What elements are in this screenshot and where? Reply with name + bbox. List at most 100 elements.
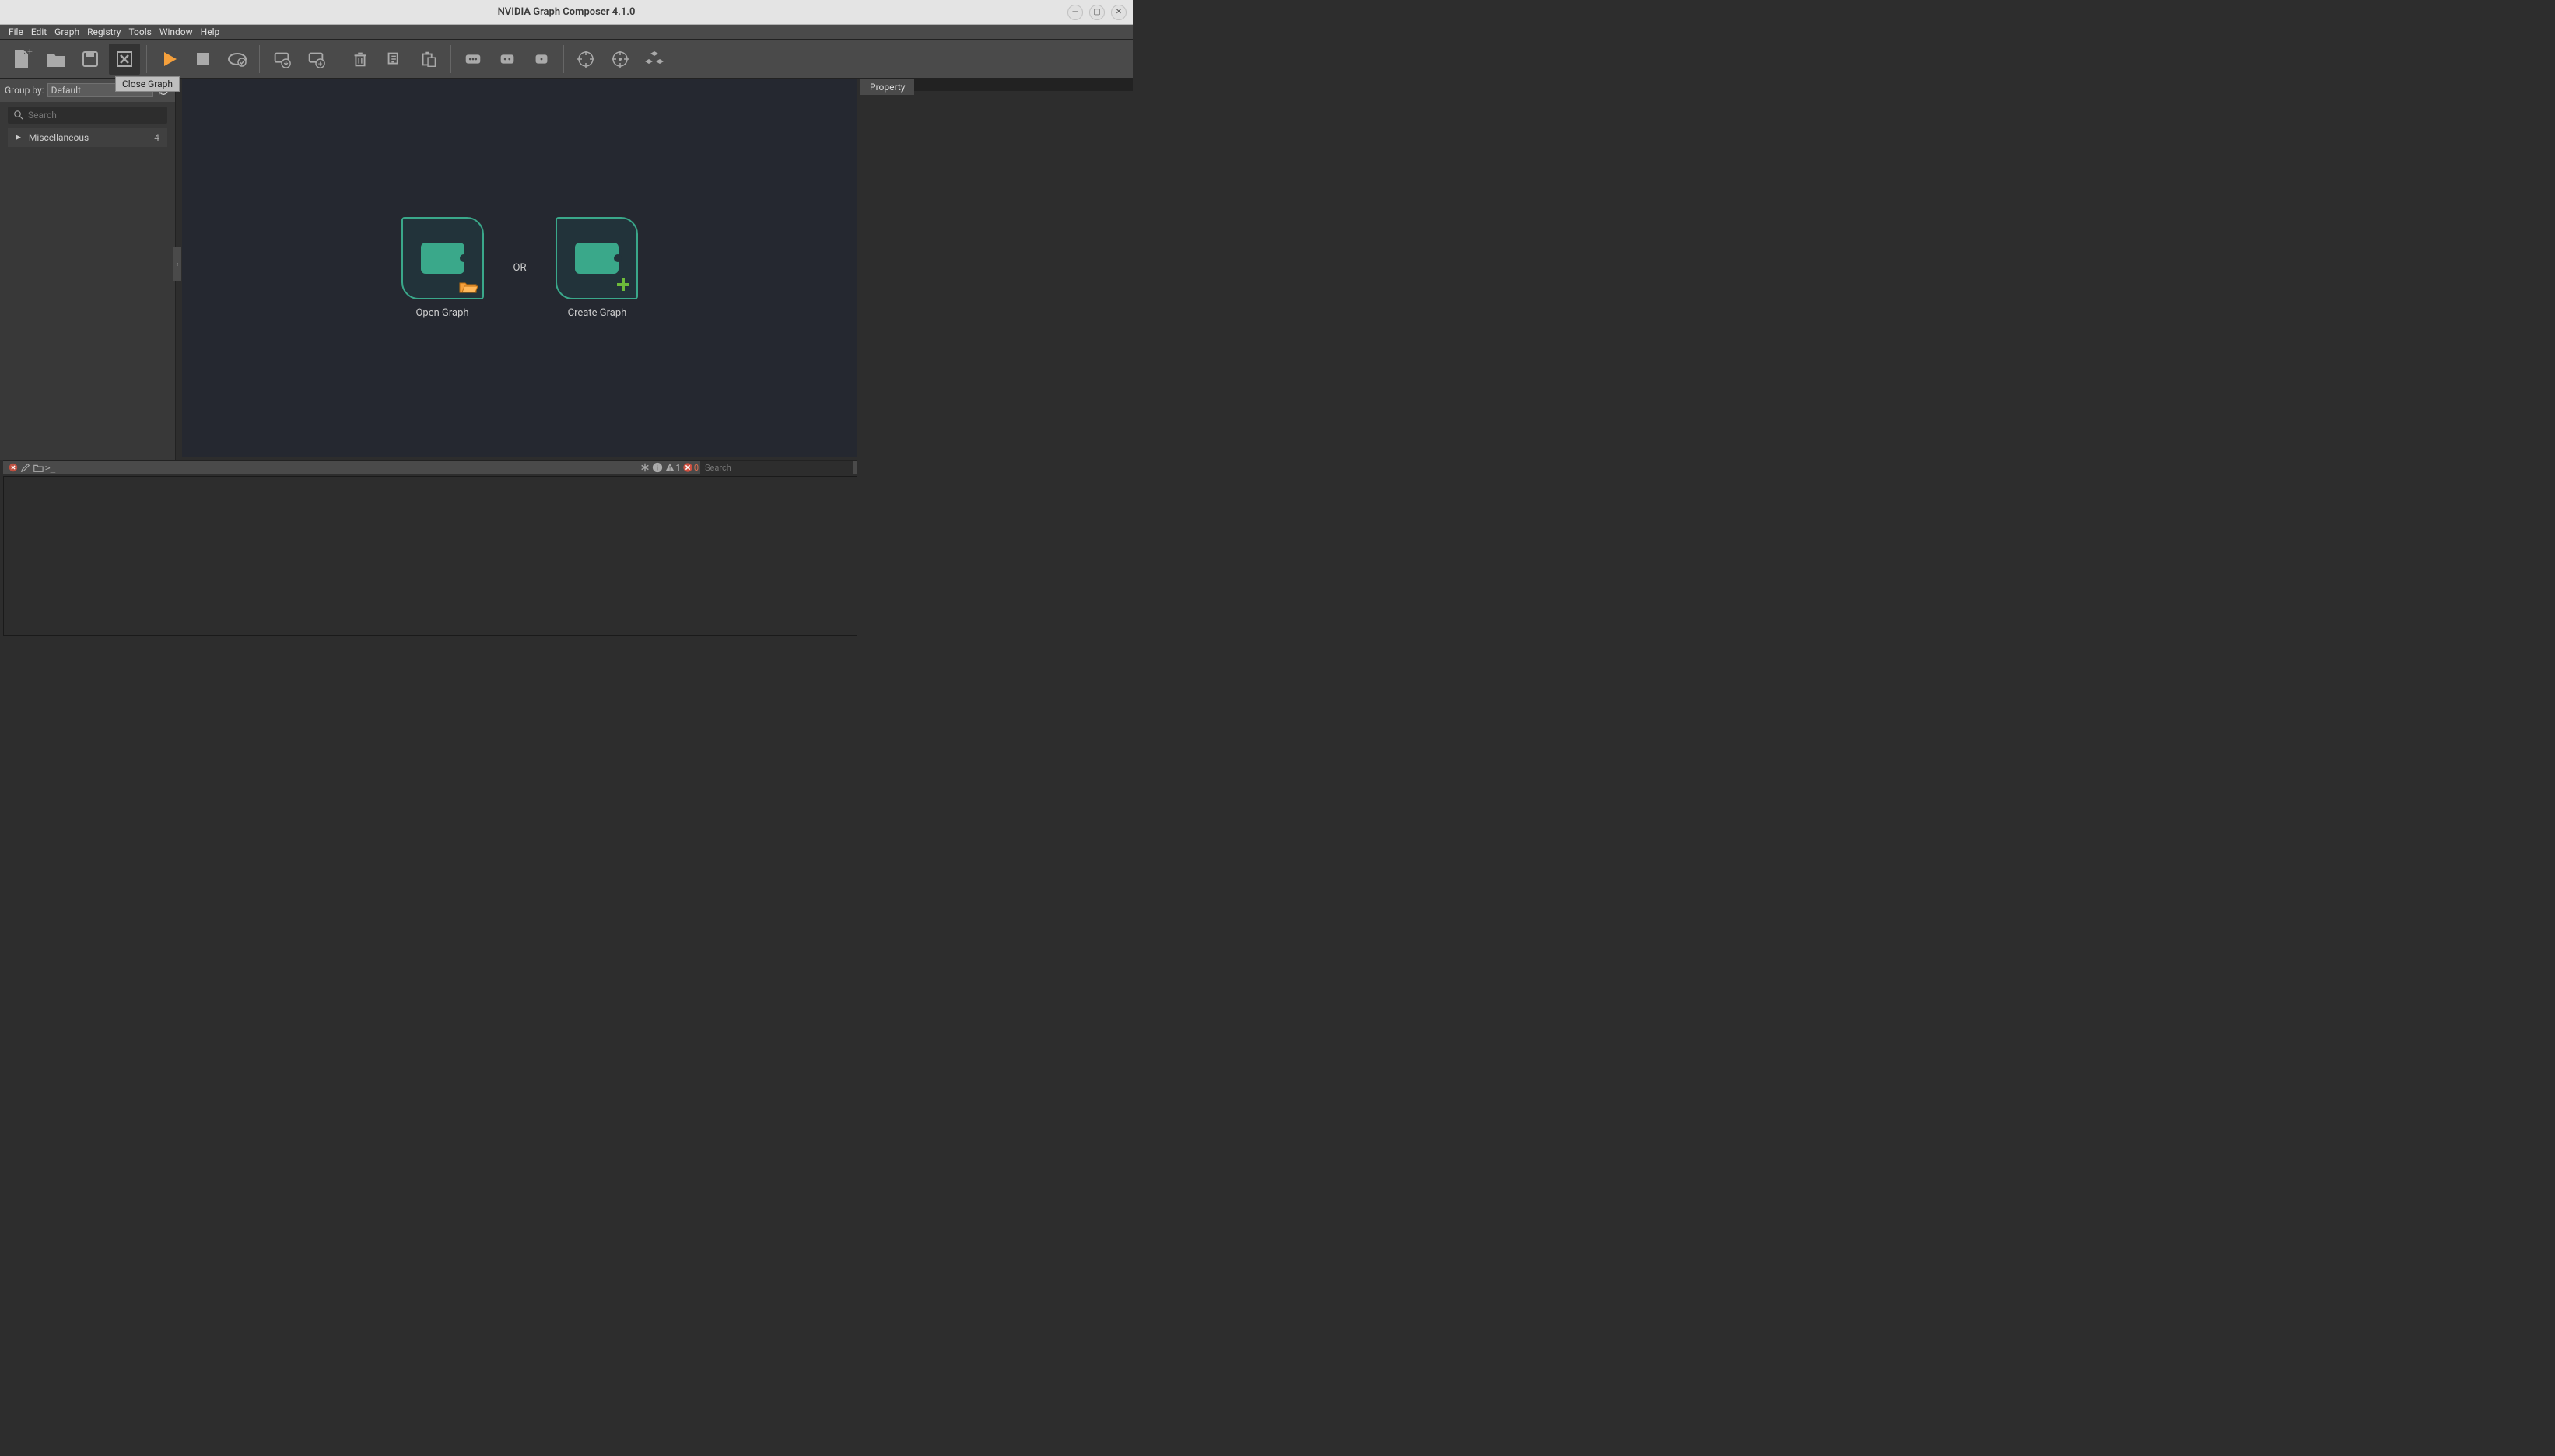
svg-text:+: + — [318, 60, 323, 68]
canvas-or-label: OR — [513, 262, 527, 274]
crosshair-dot-icon — [609, 48, 631, 70]
graph-canvas[interactable]: Open Graph OR Create Graph — [182, 79, 857, 457]
toolbar-separator — [450, 45, 451, 73]
error-icon — [682, 462, 693, 473]
property-panel: Property — [860, 79, 1133, 460]
open-graph-label: Open Graph — [415, 307, 468, 319]
open-graph-button[interactable] — [40, 44, 72, 75]
folder-open-icon — [459, 279, 478, 293]
group-by-label: Group by: — [5, 85, 44, 96]
import-button[interactable] — [266, 44, 297, 75]
save-icon — [79, 48, 101, 70]
minimize-button[interactable]: ─ — [1067, 5, 1083, 20]
tree-item-count: 4 — [154, 132, 159, 143]
info-icon[interactable]: i — [652, 462, 663, 473]
property-tab[interactable]: Property — [860, 79, 914, 95]
chevron-right-icon: ▶ — [16, 134, 21, 142]
tree-item-miscellaneous[interactable]: ▶ Miscellaneous 4 — [8, 128, 167, 147]
maximize-button[interactable]: ▢ — [1089, 5, 1105, 20]
graph-icon — [421, 243, 464, 274]
export-button[interactable]: + — [300, 44, 331, 75]
console-toolbar: >_ i ! 1 0 — [3, 460, 857, 474]
dots-three-icon — [463, 49, 483, 69]
tray-down-icon — [272, 49, 292, 69]
close-file-icon — [114, 48, 135, 70]
warning-counter[interactable]: ! 1 — [664, 462, 681, 473]
close-graph-button[interactable]: Close Graph — [109, 44, 140, 75]
details-low-button[interactable] — [526, 44, 557, 75]
create-graph-tile[interactable]: Create Graph — [556, 217, 638, 319]
graph-icon — [575, 243, 619, 274]
search-icon — [14, 110, 23, 120]
property-panel-lower — [860, 460, 1133, 639]
menu-edit[interactable]: Edit — [27, 26, 51, 37]
dot-one-icon — [531, 49, 552, 69]
group-by-value: Default — [51, 85, 81, 96]
cubes-icon — [643, 48, 665, 70]
menu-registry[interactable]: Registry — [83, 26, 124, 37]
run-remote-button[interactable] — [222, 44, 253, 75]
create-graph-label: Create Graph — [568, 307, 627, 319]
sidebar-search[interactable] — [8, 107, 167, 124]
details-med-button[interactable] — [492, 44, 523, 75]
tray-up-icon: + — [306, 49, 326, 69]
property-tab-bar: Property — [860, 79, 1133, 91]
stop-button[interactable] — [188, 44, 219, 75]
console-search-input[interactable] — [700, 461, 853, 474]
warn-count-value: 1 — [676, 463, 681, 473]
paste-icon — [419, 49, 439, 69]
new-graph-button[interactable]: + — [6, 44, 37, 75]
menu-tools[interactable]: Tools — [124, 26, 155, 37]
menu-file[interactable]: File — [5, 26, 27, 37]
new-file-icon: + — [11, 48, 33, 70]
console-output[interactable] — [3, 476, 857, 636]
folder-open-icon — [45, 48, 67, 70]
window-titlebar: NVIDIA Graph Composer 4.1.0 ─ ▢ ✕ — [0, 0, 1133, 25]
asterisk-icon[interactable] — [640, 462, 650, 473]
save-graph-button[interactable] — [75, 44, 106, 75]
fit-view-button[interactable] — [570, 44, 601, 75]
toolbar: + Close Graph + — [0, 40, 1133, 79]
paste-button[interactable] — [413, 44, 444, 75]
layout-button[interactable] — [639, 44, 670, 75]
tree-item-label: Miscellaneous — [29, 132, 154, 143]
toolbar-separator — [259, 45, 260, 73]
menu-help[interactable]: Help — [197, 26, 224, 37]
svg-text:+: + — [27, 48, 33, 57]
window-controls: ─ ▢ ✕ — [1067, 5, 1127, 20]
sidebar-search-input[interactable] — [28, 110, 161, 121]
menubar: File Edit Graph Registry Tools Window He… — [0, 25, 1133, 40]
window-title: NVIDIA Graph Composer 4.1.0 — [498, 6, 636, 18]
center-view-button[interactable] — [605, 44, 636, 75]
details-high-button[interactable] — [457, 44, 489, 75]
folder-icon[interactable] — [33, 462, 44, 473]
close-window-button[interactable]: ✕ — [1111, 5, 1127, 20]
error-count-value: 0 — [694, 463, 699, 473]
svg-text:i: i — [656, 465, 657, 473]
toolbar-separator — [146, 45, 147, 73]
copy-button[interactable] — [379, 44, 410, 75]
open-graph-tile[interactable]: Open Graph — [401, 217, 484, 319]
crosshair-icon — [575, 48, 597, 70]
dots-two-icon — [497, 49, 517, 69]
run-button[interactable] — [153, 44, 184, 75]
copy-icon — [384, 49, 405, 69]
tooltip-close-graph: Close Graph — [115, 76, 180, 92]
play-icon — [158, 48, 180, 70]
error-counter[interactable]: 0 — [682, 462, 699, 473]
edit-icon[interactable] — [20, 462, 31, 473]
menu-window[interactable]: Window — [156, 26, 197, 37]
warning-icon: ! — [664, 462, 675, 473]
svg-text:!: ! — [669, 466, 671, 472]
plus-icon — [615, 276, 632, 293]
delete-button[interactable] — [345, 44, 376, 75]
stop-icon — [192, 48, 214, 70]
sidebar-collapse-handle[interactable]: ‹ — [173, 247, 181, 281]
cloud-check-icon — [226, 48, 248, 70]
trash-icon — [350, 49, 370, 69]
clear-log-icon[interactable] — [8, 462, 19, 473]
toolbar-separator — [563, 45, 564, 73]
component-sidebar: Group by: Default ▶ Miscellaneous 4 ‹ — [0, 79, 176, 460]
terminal-icon[interactable]: >_ — [45, 463, 55, 473]
menu-graph[interactable]: Graph — [51, 26, 83, 37]
